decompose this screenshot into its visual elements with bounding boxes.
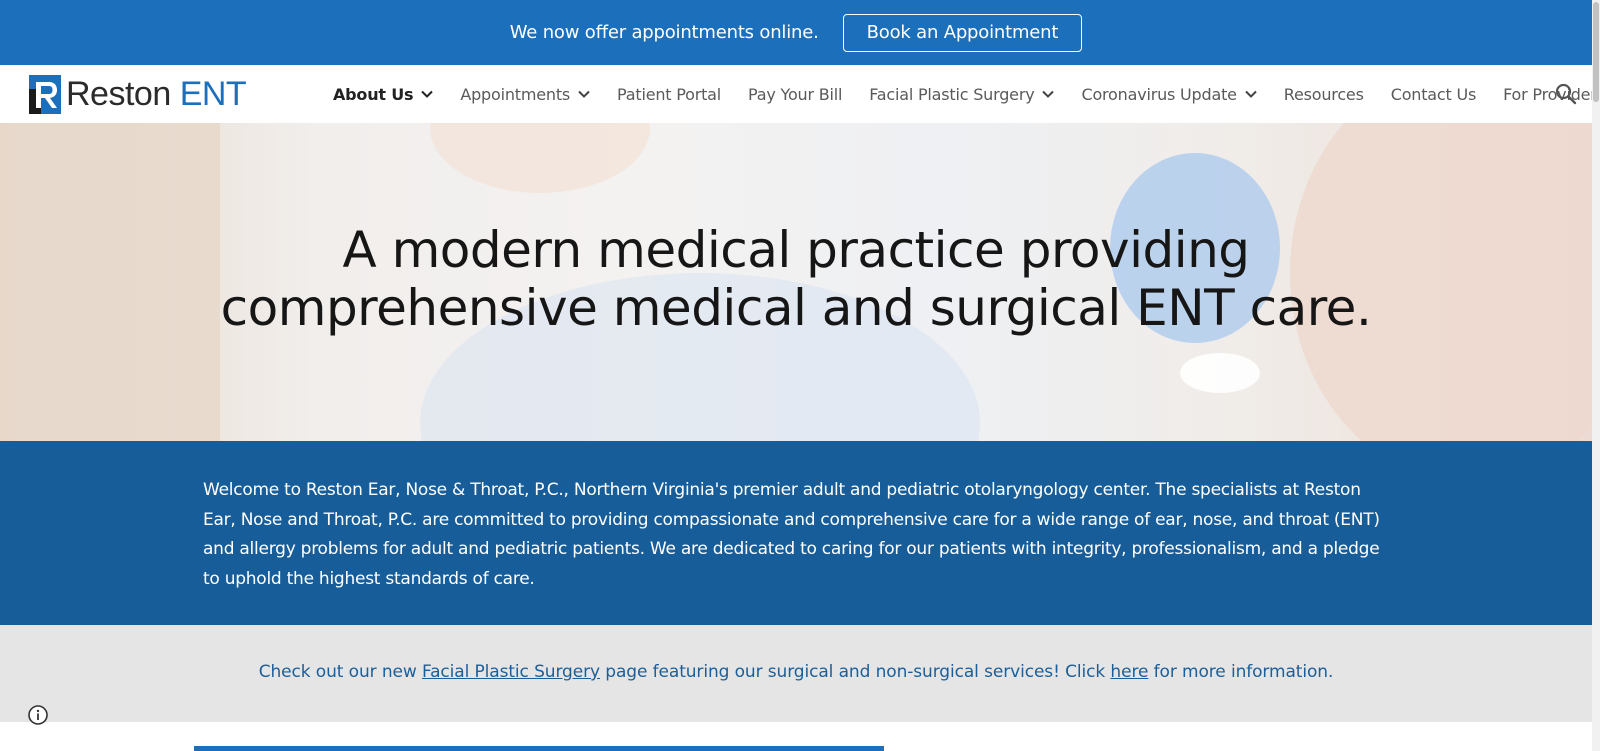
nav-appointments-label: Appointments	[460, 84, 571, 104]
nav-pay-your-bill[interactable]: Pay Your Bill	[748, 85, 842, 104]
notice-middle: page featuring our surgical and non-surg…	[599, 662, 1111, 682]
hero-heading-line1: A modern medical practice providing	[342, 221, 1250, 279]
nav-for-providers-label: For Providers	[1503, 84, 1592, 104]
logo[interactable]: Reston ENT	[28, 73, 247, 115]
hero-banner: A modern medical practice providing comp…	[0, 123, 1592, 441]
nav-about-us-label: About Us	[333, 84, 414, 104]
notice-section: Check out our new Facial Plastic Surgery…	[0, 625, 1592, 722]
chevron-down-icon	[578, 90, 590, 98]
nav-facial-plastic-surgery[interactable]: Facial Plastic Surgery	[869, 84, 1055, 104]
next-section-edge	[194, 746, 884, 751]
notice-suffix: for more information.	[1148, 662, 1334, 682]
book-appointment-button[interactable]: Book an Appointment	[842, 13, 1083, 52]
welcome-section: Welcome to Reston Ear, Nose & Throat, P.…	[0, 441, 1592, 625]
nav-patient-portal-label: Patient Portal	[617, 84, 722, 104]
chevron-down-icon	[1245, 90, 1257, 98]
hero-photo-shape	[1180, 353, 1260, 393]
nav-contact-us-label: Contact Us	[1390, 84, 1477, 104]
promo-text: We now offer appointments online.	[509, 22, 819, 43]
nav-patient-portal[interactable]: Patient Portal	[617, 85, 721, 104]
promo-bar: We now offer appointments online. Book a…	[0, 0, 1592, 65]
nav-pay-your-bill-label: Pay Your Bill	[748, 84, 843, 104]
notice-prefix: Check out our new	[258, 662, 422, 682]
logo-word-reston: Reston	[66, 74, 171, 113]
info-icon[interactable]	[27, 704, 49, 726]
here-link[interactable]: here	[1110, 662, 1148, 682]
nav-contact-us[interactable]: Contact Us	[1390, 84, 1477, 104]
hero-photo-shape	[430, 123, 650, 193]
page: We now offer appointments online. Book a…	[0, 0, 1592, 751]
nav-for-providers[interactable]: For Providers	[1503, 85, 1592, 104]
search-icon[interactable]	[1555, 83, 1577, 105]
facial-plastic-surgery-link[interactable]: Facial Plastic Surgery	[422, 662, 600, 682]
logo-mark-icon	[29, 74, 61, 114]
welcome-text: Welcome to Reston Ear, Nose & Throat, P.…	[203, 480, 1380, 589]
main-nav: About Us Appointments Patient Portal Pay…	[333, 65, 1592, 123]
nav-about-us[interactable]: About Us	[333, 84, 434, 104]
navbar: Reston ENT About Us Appointments Patient…	[0, 65, 1592, 123]
notice-text: Check out our new Facial Plastic Surgery…	[0, 662, 1592, 682]
nav-resources[interactable]: Resources	[1284, 85, 1364, 104]
logo-word-ent: ENT	[179, 74, 247, 113]
hero-heading: A modern medical practice providing comp…	[0, 221, 1592, 337]
scrollbar-thumb[interactable]	[1593, 2, 1599, 102]
nav-coronavirus-update[interactable]: Coronavirus Update	[1081, 84, 1257, 104]
chevron-down-icon	[1042, 90, 1055, 98]
nav-coronavirus-update-label: Coronavirus Update	[1081, 84, 1237, 104]
hero-heading-line2: comprehensive medical and surgical ENT c…	[220, 279, 1372, 337]
logo-text: Reston ENT	[66, 74, 247, 114]
scrollbar[interactable]	[1592, 0, 1600, 751]
nav-facial-plastic-surgery-label: Facial Plastic Surgery	[869, 84, 1035, 104]
nav-appointments[interactable]: Appointments	[460, 85, 590, 104]
chevron-down-icon	[421, 90, 434, 98]
nav-resources-label: Resources	[1283, 84, 1364, 104]
